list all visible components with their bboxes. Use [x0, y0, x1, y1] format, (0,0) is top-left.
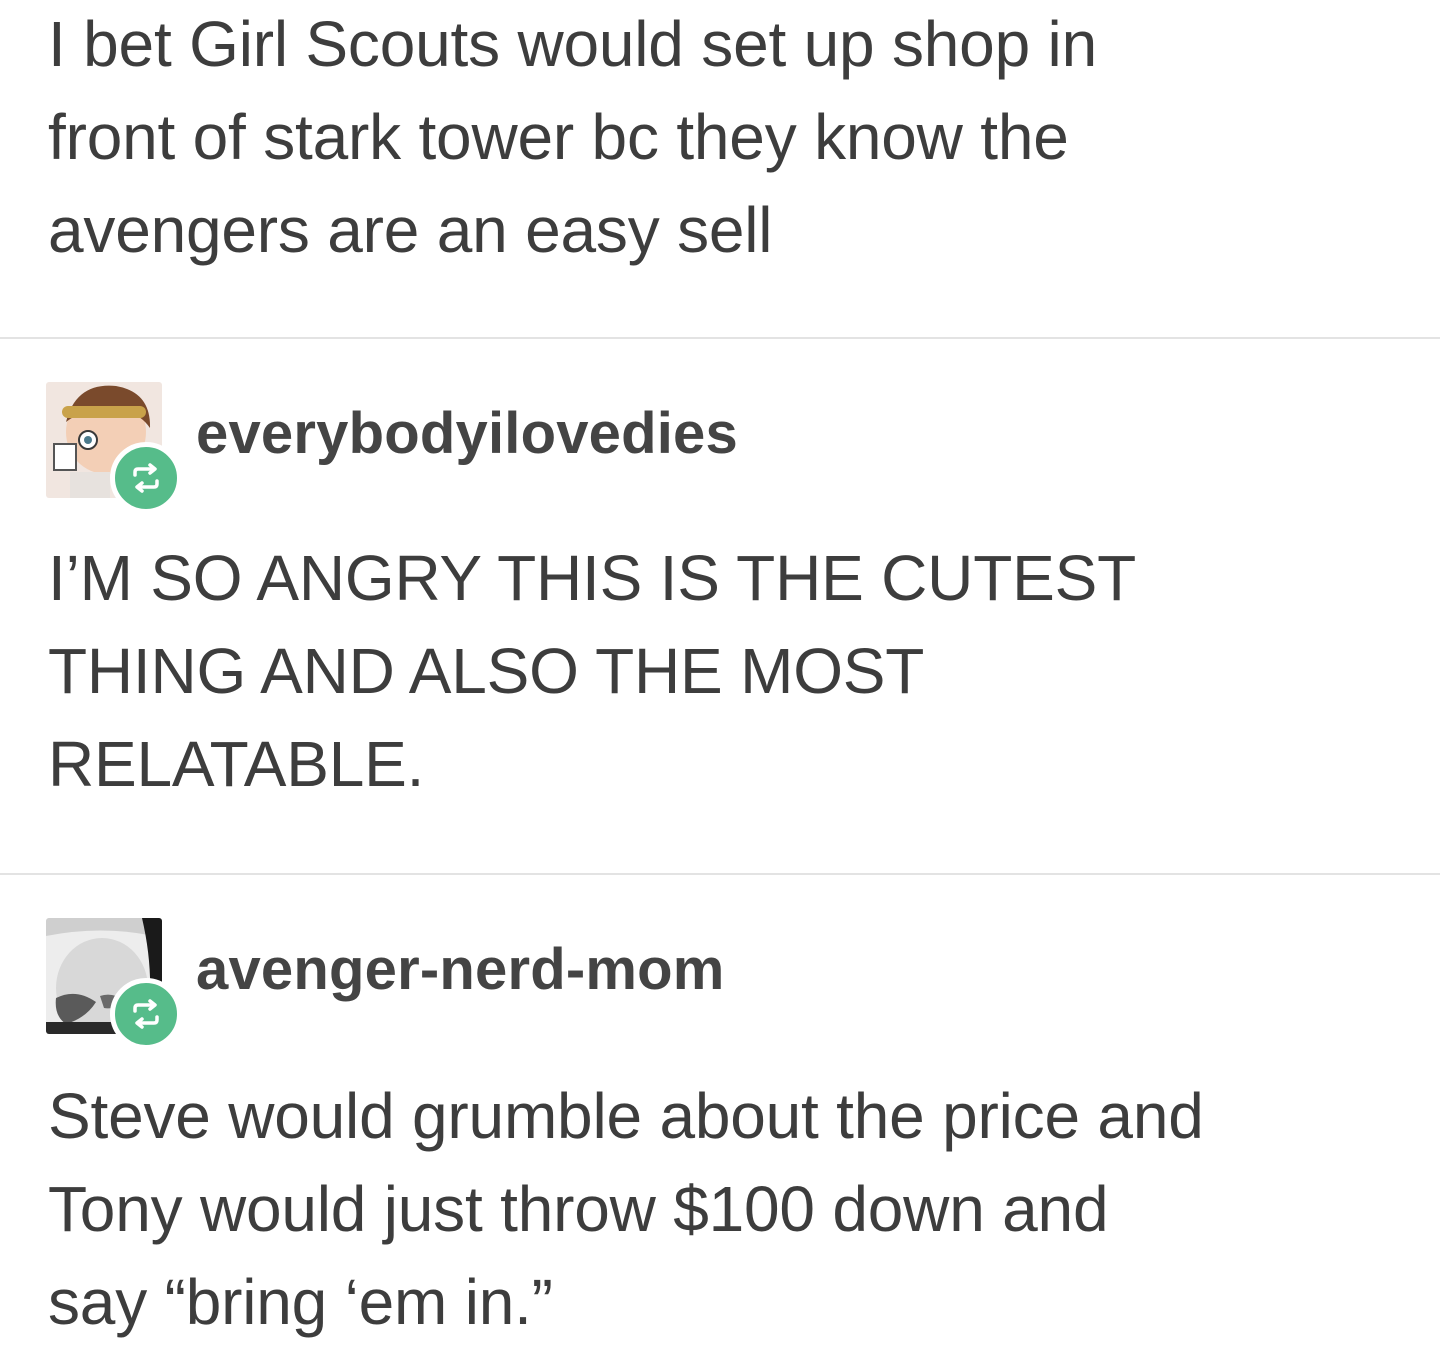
reblog-comment-text: Steve would grumble about the price and … [48, 1080, 1204, 1338]
reblog-author-header: everybodyilovedies [46, 382, 946, 514]
reblog-icon [110, 978, 182, 1050]
original-post-text: I bet Girl Scouts would set up shop in f… [48, 8, 1097, 266]
username-link[interactable]: avenger-nerd-mom [196, 936, 725, 1003]
post-divider [0, 337, 1440, 339]
reblog-author-header: avenger-nerd-mom [46, 918, 946, 1050]
reblog-icon [110, 442, 182, 514]
post-divider [0, 873, 1440, 875]
reblog-comment-text: I’M SO ANGRY THIS IS THE CUTEST THING AN… [48, 542, 1136, 800]
username-link[interactable]: everybodyilovedies [196, 400, 738, 467]
